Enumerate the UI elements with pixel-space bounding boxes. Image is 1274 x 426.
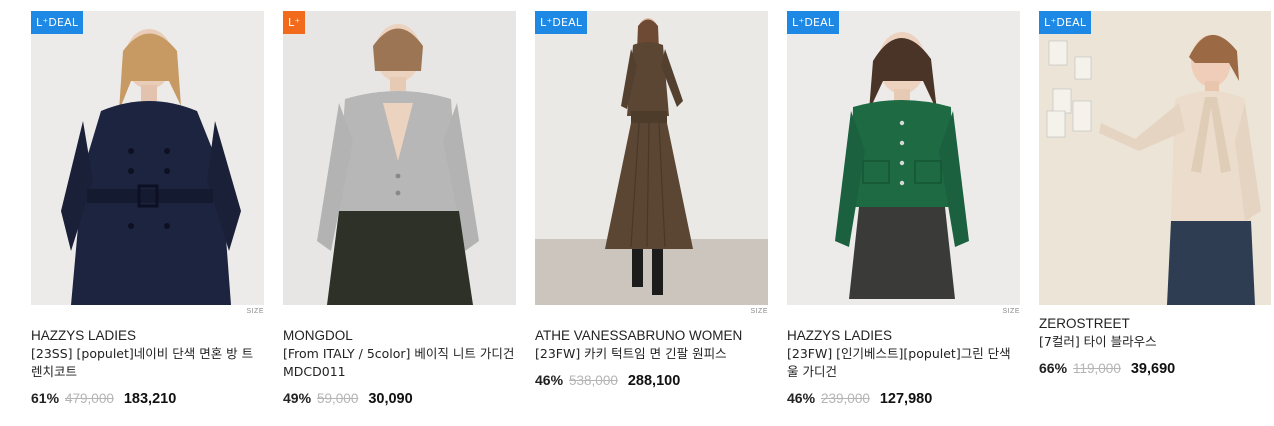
original-price: 479,000 [65,391,114,406]
size-tag[interactable]: SIZE [31,307,264,317]
sale-price: 127,980 [879,391,933,407]
product-title[interactable]: [23SS] [populet]네이비 단색 면혼 방 트렌치코트 [31,345,264,381]
original-price: 119,000 [1073,361,1121,376]
discount-rate: 49% [283,390,312,406]
product-image[interactable]: L⁺ [283,11,516,305]
product-card[interactable]: L⁺DEAL SIZE ATHE VANESSABRUNO WOMEN [23F… [535,11,768,389]
product-card[interactable]: L⁺DEAL SIZE HAZZYS LADIES [23SS] [popule… [31,11,264,407]
product-card[interactable]: L⁺ MONGDOL [From ITALY / 5color] 베이직 니트 … [283,11,516,407]
price-row: 46% 239,000 127,980 [787,390,1020,407]
price-row: 49% 59,000 30,090 [283,390,516,407]
product-title[interactable]: [23FW] [인기베스트][populet]그린 단색 울 가디건 [787,345,1020,381]
product-info: ATHE VANESSABRUNO WOMEN [23FW] 카키 턱트임 면 … [535,327,768,389]
size-tag[interactable] [283,307,516,317]
product-photo-coat [31,11,264,305]
product-info: MONGDOL [From ITALY / 5color] 베이직 니트 가디건… [283,327,516,407]
sale-price: 30,090 [368,391,413,407]
product-title[interactable]: [7컬러] 타이 블라우스 [1039,333,1271,351]
product-card[interactable]: L⁺DEAL ZEROSTREET [7컬러] 타이 블라우스 66% 119,… [1039,11,1271,377]
brand-name[interactable]: MONGDOL [283,327,516,345]
product-image[interactable]: L⁺DEAL [787,11,1020,305]
product-info: HAZZYS LADIES [23FW] [인기베스트][populet]그린 … [787,327,1020,407]
sale-price: 39,690 [1130,361,1176,377]
product-title[interactable]: [From ITALY / 5color] 베이직 니트 가디건 MDCD011 [283,345,516,381]
size-tag[interactable]: SIZE [787,307,1020,317]
product-photo-dress [535,11,768,305]
lplus-deal-badge: L⁺DEAL [787,11,840,34]
discount-rate: 66% [1039,360,1068,376]
product-photo-green-cardigan [787,11,1020,305]
original-price: 239,000 [821,391,870,406]
brand-name[interactable]: HAZZYS LADIES [787,327,1020,345]
product-card[interactable]: L⁺DEAL SIZE HAZZYS LADIES [23FW] [인기베스트]… [787,11,1020,407]
lplus-deal-badge: L⁺DEAL [535,11,588,34]
sale-price: 288,100 [627,373,681,389]
discount-rate: 61% [31,390,60,406]
product-grid: L⁺DEAL SIZE HAZZYS LADIES [23SS] [popule… [0,0,1274,426]
product-image[interactable]: L⁺DEAL [1039,11,1271,305]
brand-name[interactable]: HAZZYS LADIES [31,327,264,345]
brand-name[interactable]: ATHE VANESSABRUNO WOMEN [535,327,768,345]
price-row: 66% 119,000 39,690 [1039,360,1271,377]
brand-name[interactable]: ZEROSTREET [1039,315,1271,333]
original-price: 538,000 [569,373,618,388]
price-row: 61% 479,000 183,210 [31,390,264,407]
discount-rate: 46% [535,372,564,388]
product-photo-cardigan [283,11,516,305]
original-price: 59,000 [317,391,359,406]
lplus-badge: L⁺ [283,11,306,34]
lplus-deal-badge: L⁺DEAL [1039,11,1092,34]
product-image[interactable]: L⁺DEAL [31,11,264,305]
discount-rate: 46% [787,390,816,406]
product-title[interactable]: [23FW] 카키 턱트임 면 긴팔 원피스 [535,345,768,363]
lplus-deal-badge: L⁺DEAL [31,11,84,34]
product-photo-blouse [1039,11,1271,305]
price-row: 46% 538,000 288,100 [535,372,768,389]
product-info: HAZZYS LADIES [23SS] [populet]네이비 단색 면혼 … [31,327,264,407]
product-info: ZEROSTREET [7컬러] 타이 블라우스 66% 119,000 39,… [1039,315,1271,377]
product-image[interactable]: L⁺DEAL [535,11,768,305]
sale-price: 183,210 [123,391,177,407]
size-tag[interactable]: SIZE [535,307,768,317]
